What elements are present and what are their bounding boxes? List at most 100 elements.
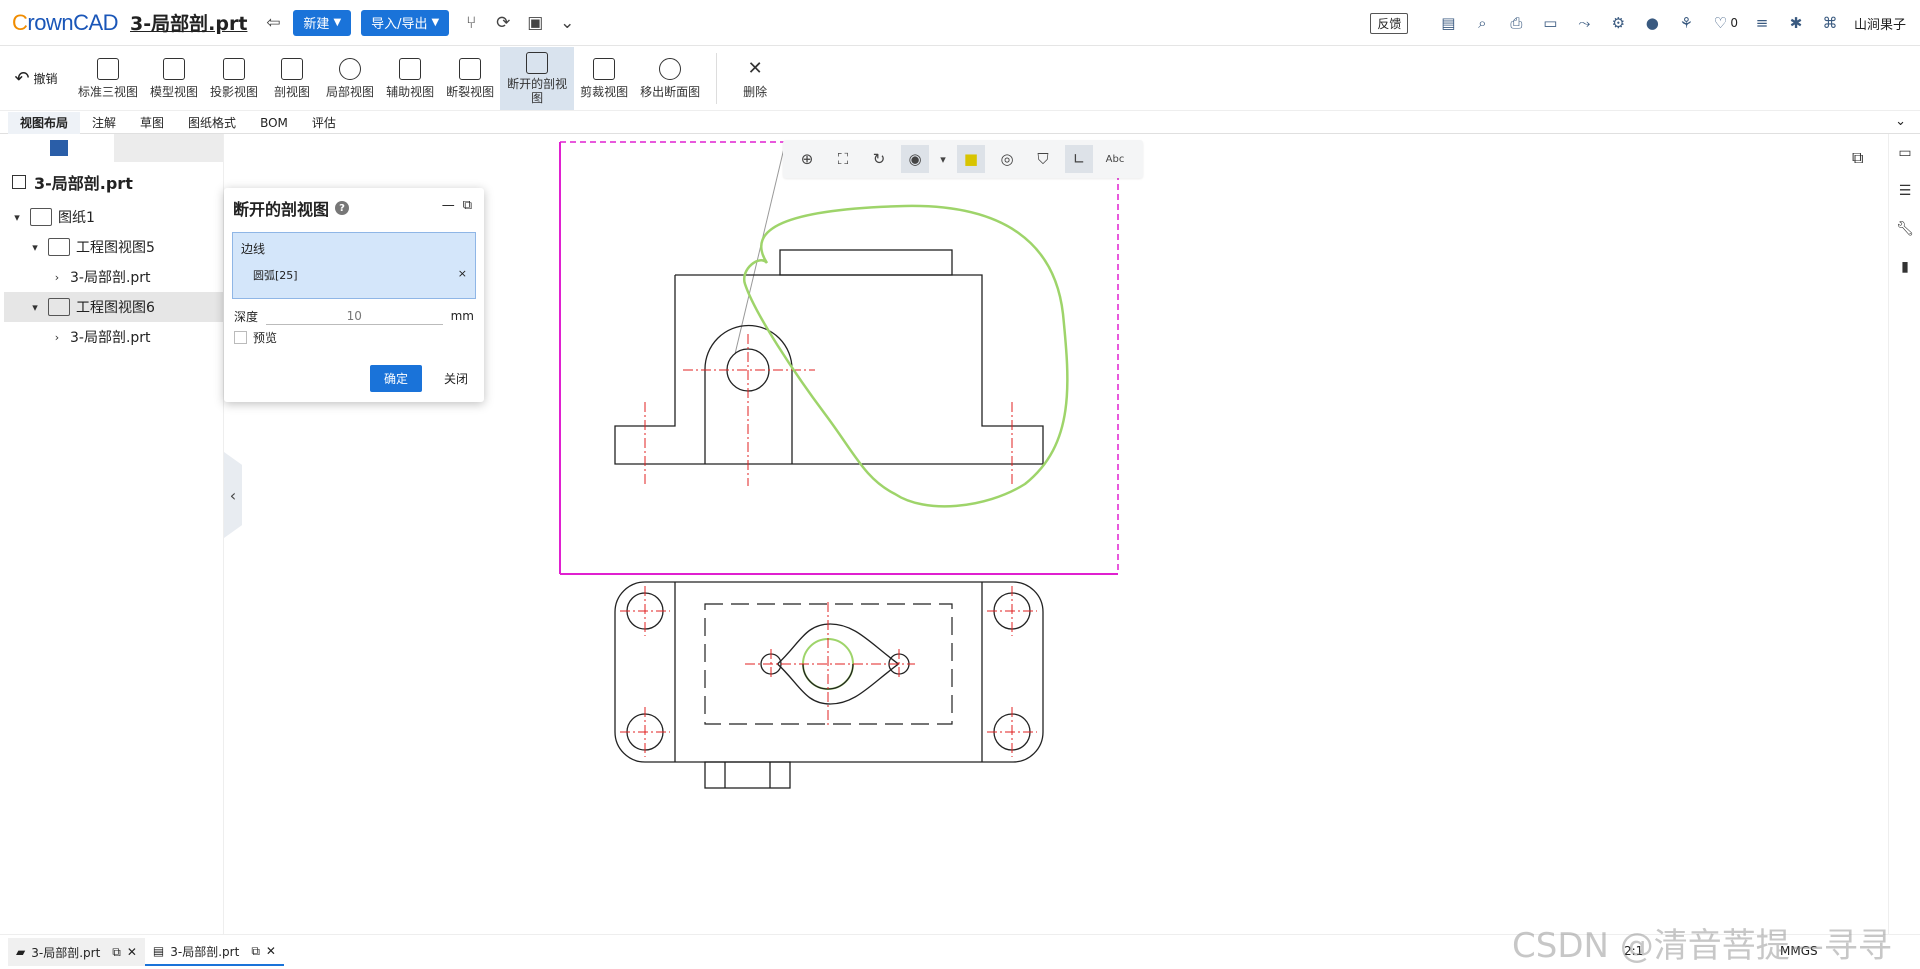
tab-bom[interactable]: BOM xyxy=(248,112,300,134)
folder-icon[interactable]: ▭ xyxy=(1889,134,1920,172)
doc-tab-drawing[interactable]: ▤ 3-局部剖.prt ⧉ ✕ xyxy=(144,938,284,966)
chevron-right-icon[interactable]: › xyxy=(50,331,64,344)
standard-views-icon xyxy=(97,57,119,80)
user-name[interactable]: 山涧果子 xyxy=(1854,14,1906,33)
removed-section-button[interactable]: 移出断面图 xyxy=(634,47,706,110)
broken-out-section-icon xyxy=(526,52,549,74)
tree-root[interactable]: 3-局部剖.prt xyxy=(4,162,223,202)
refresh-icon[interactable]: ⟳ xyxy=(491,11,515,35)
restore-icon[interactable]: ⧉ xyxy=(463,198,472,213)
delete-button[interactable]: ✕ 删除 xyxy=(727,47,783,110)
tree-node-sheet[interactable]: ▾ 图纸1 xyxy=(4,202,223,232)
share-icon[interactable]: ⤳ xyxy=(1574,13,1594,33)
like-icon[interactable]: ♡ xyxy=(1710,13,1730,33)
tab-evaluate[interactable]: 评估 xyxy=(300,112,348,134)
preview-checkbox[interactable] xyxy=(234,331,247,344)
model-view-button[interactable]: 模型视图 xyxy=(144,47,204,110)
chevron-down-icon[interactable]: ▾ xyxy=(28,241,42,254)
tab-sheet-format[interactable]: 图纸格式 xyxy=(176,112,248,134)
detail-view-button[interactable]: 局部视图 xyxy=(320,47,380,110)
book-icon[interactable]: ▮ xyxy=(1889,248,1920,286)
ok-button[interactable]: 确定 xyxy=(369,365,422,392)
chevron-down-icon[interactable]: ▾ xyxy=(937,145,949,173)
projected-view-icon xyxy=(223,57,246,80)
layers-icon[interactable]: ☰ xyxy=(1889,172,1920,210)
model-view-icon xyxy=(163,57,186,80)
remove-icon[interactable]: × xyxy=(458,267,467,283)
help-icon[interactable]: ● xyxy=(1642,13,1662,33)
minimize-icon[interactable]: — xyxy=(442,198,455,213)
broken-out-section-button[interactable]: 断开的剖视图 xyxy=(500,47,575,110)
wrench-icon[interactable]: 🔧︎ xyxy=(1889,210,1920,248)
tree-tab[interactable] xyxy=(4,134,114,162)
tab-annotation[interactable]: 注解 xyxy=(80,112,128,134)
visibility-icon[interactable]: ◉ xyxy=(901,145,929,173)
doc-tab-part[interactable]: ▰ 3-局部剖.prt ⧉ ✕ xyxy=(8,938,145,966)
crop-view-button[interactable]: 剪裁视图 xyxy=(574,47,634,110)
front-view[interactable] xyxy=(614,249,1044,465)
panel-tabs xyxy=(4,134,223,162)
close-icon[interactable]: ✕ xyxy=(266,944,276,958)
bug-icon[interactable]: ✱ xyxy=(1786,13,1806,33)
depth-label: 深度 xyxy=(234,309,259,324)
fit-view-icon[interactable]: ⛶ xyxy=(829,145,857,173)
back-arrow-icon[interactable]: ⇦ xyxy=(261,11,285,35)
tree-node-view6[interactable]: ▾ 工程图视图6 xyxy=(4,292,223,322)
view-toolbar: ⊕ ⛶ ↻ ◉ ▾ ■ ◎ ⛉ ∟ Abc xyxy=(783,140,1143,178)
projected-view-button[interactable]: 投影视图 xyxy=(204,47,264,110)
preview-row[interactable]: 预览 xyxy=(234,329,474,346)
tree-tab-icon xyxy=(49,140,68,156)
tab-sketch[interactable]: 草图 xyxy=(128,112,176,134)
chevron-right-icon[interactable]: › xyxy=(50,271,64,284)
collapse-ribbon-icon[interactable]: ⌄ xyxy=(1895,114,1906,129)
edge-item[interactable]: 圆弧[25] × xyxy=(241,267,467,283)
branch-icon[interactable]: ⑂ xyxy=(459,11,483,35)
chevron-down-icon[interactable]: ⌄ xyxy=(555,11,579,35)
message-icon[interactable]: ▭ xyxy=(1540,13,1560,33)
chevron-down-icon[interactable]: ▾ xyxy=(10,211,24,224)
undo-button[interactable]: ↶ 撤销 xyxy=(0,47,72,110)
filter-icon[interactable]: ⛉ xyxy=(1029,145,1057,173)
tree-node-view5-part[interactable]: › 3-局部剖.prt xyxy=(4,262,223,292)
break-view-button[interactable]: 断裂视图 xyxy=(440,47,500,110)
restore-icon[interactable]: ⧉ xyxy=(251,944,260,959)
edge-selection-box[interactable]: 边线 圆弧[25] × xyxy=(232,232,476,299)
axis-icon[interactable]: ∟ xyxy=(1065,145,1093,173)
import-export-button[interactable]: 导入/导出 ▼ xyxy=(361,9,450,36)
tab-view-layout[interactable]: 视图布局 xyxy=(8,111,81,134)
annotation-visibility-icon[interactable]: Abc xyxy=(1101,145,1129,173)
save-icon[interactable]: ▣ xyxy=(523,11,547,35)
rotate-icon[interactable]: ↻ xyxy=(865,145,893,173)
tree-node-view5[interactable]: ▾ 工程图视图5 xyxy=(4,232,223,262)
tree-node-view6-part[interactable]: › 3-局部剖.prt xyxy=(4,322,223,352)
shaded-cube-icon[interactable]: ■ xyxy=(957,145,985,173)
display-icon[interactable]: ▤ xyxy=(1438,13,1458,33)
settings-icon[interactable]: ⚙ xyxy=(1608,13,1628,33)
break-spline[interactable] xyxy=(742,204,1069,508)
close-button[interactable]: 关闭 xyxy=(444,370,468,387)
new-button[interactable]: 新建 ▼ xyxy=(293,9,352,36)
display-style-icon[interactable]: ◎ xyxy=(993,145,1021,173)
zoom-icon[interactable]: ⊕ xyxy=(793,145,821,173)
search-icon[interactable]: ⌕ xyxy=(1472,13,1492,33)
apps-icon[interactable]: ⌘ xyxy=(1820,13,1840,33)
feedback-button[interactable]: 反馈 xyxy=(1370,12,1409,34)
help-icon[interactable]: ? xyxy=(335,201,350,215)
restore-icon[interactable]: ⧉ xyxy=(112,945,121,960)
tree-icon[interactable]: ⚘ xyxy=(1676,13,1696,33)
auxiliary-view-button[interactable]: 辅助视图 xyxy=(380,47,440,110)
section-view-button[interactable]: 剖视图 xyxy=(264,47,320,110)
top-view[interactable] xyxy=(614,581,1044,789)
removed-section-icon xyxy=(659,57,682,80)
canvas-restore-icon[interactable]: ⧉ xyxy=(1852,148,1863,168)
document-icon xyxy=(12,175,26,189)
close-icon[interactable]: ✕ xyxy=(127,945,137,959)
chevron-down-icon[interactable]: ▾ xyxy=(28,301,42,314)
stack-icon[interactable]: ≡ xyxy=(1752,13,1772,33)
print-icon[interactable]: ⎙ xyxy=(1506,13,1526,33)
ribbon-separator xyxy=(716,53,718,104)
standard-views-button[interactable]: 标准三视图 xyxy=(72,47,144,110)
collapse-panel-handle[interactable]: ‹ xyxy=(224,452,242,538)
depth-input[interactable] xyxy=(266,307,443,325)
secondary-tab[interactable] xyxy=(113,134,223,162)
